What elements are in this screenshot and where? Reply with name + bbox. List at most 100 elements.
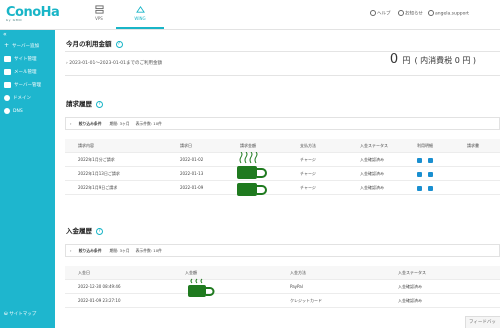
conoha-logo[interactable]: ConoHa by GMO bbox=[6, 5, 60, 22]
tab-wing[interactable]: WING bbox=[116, 2, 164, 29]
row-method: クレジットカード bbox=[290, 298, 322, 303]
document-icon[interactable] bbox=[428, 171, 433, 177]
table-header: 請求内容 請求日 請求金額 支払方法 入金ステータス 利用明細 請求書 bbox=[65, 139, 500, 153]
help-label: ヘルプ bbox=[377, 11, 391, 17]
column-header: 請求内容 bbox=[78, 143, 94, 148]
usage-title-text: 今月の利用金額 bbox=[66, 40, 112, 48]
sidebar: « + サーバー追加 サイト管理 メール管理 サーバー管理 ドメイン DNS ⛁ … bbox=[0, 30, 55, 328]
row-method: チャージ bbox=[300, 157, 316, 162]
row-status: 入金確認済み bbox=[398, 298, 422, 303]
usage-amount: 0 円 ( 内消費税 0 円 ) bbox=[390, 52, 476, 67]
statement-links[interactable] bbox=[417, 153, 439, 167]
document-icon[interactable] bbox=[417, 171, 422, 177]
column-header: 入金ステータス bbox=[398, 270, 426, 275]
column-header: 支払方法 bbox=[300, 143, 316, 148]
table-row[interactable]: 2022年1月分ご請求 2022-01-02 チャージ 入金確認済み bbox=[65, 153, 500, 167]
document-icon[interactable] bbox=[428, 185, 433, 191]
billing-title-text: 請求履歴 bbox=[66, 100, 92, 108]
billing-filter-bar[interactable]: › 絞り込み条件 期間: 3ヶ月 表示件数: 10件 bbox=[65, 117, 500, 130]
usage-section-title: 今月の利用金額? bbox=[66, 38, 123, 48]
wing-icon bbox=[135, 5, 145, 13]
globe-icon bbox=[4, 94, 10, 101]
filter-count: 表示件数: 10件 bbox=[135, 248, 162, 253]
column-header: 請求書 bbox=[467, 143, 479, 148]
server-icon bbox=[94, 5, 104, 14]
row-method: チャージ bbox=[300, 185, 316, 190]
column-header: 入金日 bbox=[78, 270, 90, 275]
tab-vps-label: VPS bbox=[95, 16, 103, 21]
help-icon[interactable]: ? bbox=[96, 100, 103, 108]
sitemap-link[interactable]: ⛁ サイトマップ bbox=[4, 311, 36, 317]
filter-label: 絞り込み条件 bbox=[78, 248, 102, 253]
user-icon bbox=[428, 10, 434, 16]
row-date: 2022-01-13 bbox=[180, 171, 204, 176]
filter-period: 期間: 3ヶ月 bbox=[109, 121, 130, 126]
column-header: 請求金額 bbox=[240, 143, 256, 148]
sitemap-label: サイトマップ bbox=[9, 312, 37, 317]
sidebar-item-mail-management[interactable]: メール管理 bbox=[0, 66, 55, 79]
plus-icon: + bbox=[4, 41, 10, 49]
table-row[interactable]: 2022-01-09 23:27:10 クレジットカード 入金確認済み bbox=[65, 294, 500, 308]
collapse-sidebar-button[interactable]: « bbox=[3, 31, 7, 38]
sidebar-item-server-management[interactable]: サーバー管理 bbox=[0, 79, 55, 92]
divider bbox=[65, 75, 500, 76]
chevron-right-icon: › bbox=[70, 248, 73, 253]
payments-title-text: 入金履歴 bbox=[66, 227, 92, 235]
sidebar-item-label: DNS bbox=[13, 109, 23, 114]
row-date: 2022-12-30 08:49:46 bbox=[78, 284, 121, 289]
document-icon[interactable] bbox=[417, 157, 422, 163]
tab-wing-label: WING bbox=[134, 16, 146, 21]
statement-links[interactable] bbox=[417, 167, 439, 181]
filter-label: 絞り込み条件 bbox=[78, 121, 102, 126]
row-desc: 2022年1月分ご請求 bbox=[78, 157, 115, 162]
green-mug-icon bbox=[188, 278, 215, 297]
chevron-right-icon: › bbox=[70, 121, 73, 126]
feedback-button[interactable]: フィードバック bbox=[465, 316, 500, 328]
notice-link[interactable]: お知らせ bbox=[398, 10, 423, 17]
help-icon[interactable]: ? bbox=[96, 227, 103, 235]
statement-links[interactable] bbox=[417, 181, 439, 195]
sidebar-item-site-management[interactable]: サイト管理 bbox=[0, 53, 55, 66]
filter-count: 表示件数: 10件 bbox=[135, 121, 162, 126]
column-header: 入金方法 bbox=[290, 270, 306, 275]
account-label: angela.support bbox=[435, 11, 469, 17]
server-icon bbox=[4, 81, 11, 88]
question-icon bbox=[370, 10, 376, 16]
table-row[interactable]: 2022-12-30 08:49:46 PayPal 入金確認済み bbox=[65, 280, 500, 294]
site-icon bbox=[4, 55, 11, 62]
account-menu[interactable]: angela.support bbox=[428, 10, 469, 17]
notice-label: お知らせ bbox=[405, 11, 423, 17]
row-date: 2022-01-02 bbox=[180, 157, 204, 162]
main-content: 今月の利用金額? › 2023-01-01～2023-01-01までのご利用金額… bbox=[55, 30, 500, 328]
row-status: 入金確認済み bbox=[360, 157, 384, 162]
billing-section-title: 請求履歴? bbox=[66, 98, 103, 108]
column-header: 入金ステータス bbox=[360, 143, 388, 148]
column-header: 請求日 bbox=[180, 143, 192, 148]
row-status: 入金確認済み bbox=[398, 284, 422, 289]
sidebar-item-label: サーバー管理 bbox=[14, 83, 41, 88]
top-bar: ConoHa by GMO VPS WING ヘルプ お知らせ angela.s… bbox=[0, 0, 500, 30]
document-icon[interactable] bbox=[428, 157, 433, 163]
sidebar-item-add-server[interactable]: + サーバー追加 bbox=[0, 40, 55, 53]
usage-amount-unit: 円 bbox=[402, 56, 411, 65]
row-method: チャージ bbox=[300, 171, 316, 176]
table-row[interactable]: 2022年1月9日ご請求 2022-01-09 チャージ 入金確認済み bbox=[65, 181, 500, 195]
help-link[interactable]: ヘルプ bbox=[370, 10, 391, 17]
row-method: PayPal bbox=[290, 284, 303, 289]
row-status: 入金確認済み bbox=[360, 171, 384, 176]
sidebar-item-label: ドメイン bbox=[13, 96, 31, 101]
usage-tax: ( 内消費税 0 円 ) bbox=[414, 56, 476, 65]
bell-icon bbox=[398, 10, 404, 16]
sidebar-item-dns[interactable]: DNS bbox=[0, 105, 55, 118]
row-status: 入金確認済み bbox=[360, 185, 384, 190]
sidebar-item-label: サイト管理 bbox=[14, 57, 37, 62]
usage-period-text: 2023-01-01～2023-01-01までのご利用金額 bbox=[69, 61, 163, 66]
help-icon[interactable]: ? bbox=[115, 40, 123, 48]
payments-filter-bar[interactable]: › 絞り込み条件 期間: 3ヶ月 表示件数: 10件 bbox=[65, 244, 500, 257]
column-header: 利用明細 bbox=[417, 143, 433, 148]
table-header: 入金日 入金額 入金方法 入金ステータス bbox=[65, 266, 500, 280]
sidebar-item-domain[interactable]: ドメイン bbox=[0, 92, 55, 105]
table-row[interactable]: 2022年1月13日ご請求 2022-01-13 チャージ 入金確認済み bbox=[65, 167, 500, 181]
payments-section-title: 入金履歴? bbox=[66, 225, 103, 235]
document-icon[interactable] bbox=[417, 185, 422, 191]
